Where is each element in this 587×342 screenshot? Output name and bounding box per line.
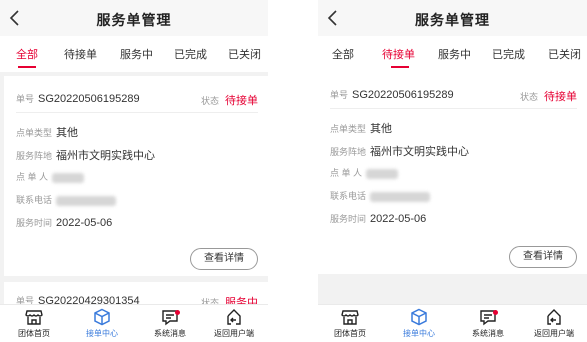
- order-status: 状态 待接单: [519, 91, 577, 103]
- phone-row: 联系电话: [330, 189, 431, 202]
- view-details-button[interactable]: 查看详情: [509, 246, 577, 268]
- phone-blurred: [56, 195, 117, 206]
- tab-pending[interactable]: 待接单: [64, 46, 97, 62]
- unread-dot: [493, 310, 498, 315]
- orderer-row: 点 单 人: [330, 166, 399, 179]
- nav-header: 服务单管理: [318, 0, 587, 36]
- service-time-row: 服务时间 2022-05-06: [16, 217, 113, 229]
- tabbar-order-center[interactable]: 接单中心: [74, 308, 130, 339]
- tab-pending[interactable]: 待接单: [382, 46, 415, 62]
- tab-in-service[interactable]: 服务中: [120, 46, 153, 62]
- tabbar-home[interactable]: 团体首页: [322, 308, 378, 339]
- cube-icon: [94, 308, 110, 326]
- divider: [330, 108, 577, 109]
- tab-all[interactable]: 全部: [16, 46, 38, 62]
- right-phone-screen: 服务单管理 全部 待接单 服务中 已完成 已关闭 单号 SG20220506195…: [318, 0, 587, 342]
- tab-all[interactable]: 全部: [332, 46, 354, 62]
- phone-row: 联系电话: [16, 193, 117, 206]
- order-number: 单号 SG20220506195289: [16, 93, 140, 105]
- order-card: 单号 SG20220506195289 状态 待接单 点单类型 其他 服务阵地 福州市文…: [318, 72, 587, 274]
- tab-closed[interactable]: 已关闭: [548, 46, 581, 62]
- position-row: 服务阵地 福州市文明实践中心: [16, 150, 156, 162]
- orderer-row: 点 单 人: [16, 170, 85, 183]
- status-tabs: 全部 待接单 服务中 已完成 已关闭: [0, 36, 268, 72]
- return-home-icon: [547, 309, 561, 325]
- storefront-icon: [341, 310, 359, 325]
- storefront-icon: [25, 310, 43, 325]
- nav-header: 服务单管理: [0, 0, 268, 36]
- order-type-row: 点单类型 其他: [330, 123, 393, 135]
- tab-completed[interactable]: 已完成: [174, 46, 207, 62]
- bottom-tab-bar: 团体首页 接单中心 系统消息 返回用户端: [318, 304, 587, 342]
- tab-active-indicator: [391, 66, 409, 68]
- tabbar-return-user[interactable]: 返回用户端: [206, 308, 262, 339]
- tab-closed[interactable]: 已关闭: [228, 46, 261, 62]
- page-title: 服务单管理: [96, 12, 172, 28]
- phone-blurred: [370, 191, 431, 202]
- order-status: 状态 待接单: [200, 95, 258, 107]
- tab-in-service[interactable]: 服务中: [438, 46, 471, 62]
- service-time-row: 服务时间 2022-05-06: [330, 213, 427, 225]
- tabbar-home[interactable]: 团体首页: [6, 308, 62, 339]
- orderer-name-blurred: [366, 168, 399, 179]
- left-phone-screen: 服务单管理 全部 待接单 服务中 已完成 已关闭 单号 SG20220506195…: [0, 0, 268, 342]
- tab-completed[interactable]: 已完成: [492, 46, 525, 62]
- cube-icon: [411, 308, 427, 326]
- order-card: 单号 SG20220506195289 状态 待接单 点单类型 其他 服务阵地 福州市文…: [4, 76, 268, 276]
- tabbar-return-user[interactable]: 返回用户端: [526, 308, 582, 339]
- return-home-icon: [227, 309, 241, 325]
- divider: [16, 112, 258, 113]
- position-row: 服务阵地 福州市文明实践中心: [330, 146, 470, 158]
- order-type-row: 点单类型 其他: [16, 127, 79, 139]
- page-title: 服务单管理: [415, 12, 490, 28]
- tab-active-indicator: [18, 66, 36, 68]
- tabbar-order-center[interactable]: 接单中心: [391, 308, 447, 339]
- tabbar-messages[interactable]: 系统消息: [142, 308, 198, 339]
- view-details-button[interactable]: 查看详情: [190, 248, 258, 270]
- unread-dot: [175, 310, 180, 315]
- order-number: 单号 SG20220506195289: [330, 89, 454, 101]
- orderer-name-blurred: [52, 172, 85, 183]
- bottom-tab-bar: 团体首页 接单中心 系统消息 返回用户端: [0, 304, 268, 342]
- status-tabs: 全部 待接单 服务中 已完成 已关闭: [318, 36, 587, 72]
- tabbar-messages[interactable]: 系统消息: [460, 308, 516, 339]
